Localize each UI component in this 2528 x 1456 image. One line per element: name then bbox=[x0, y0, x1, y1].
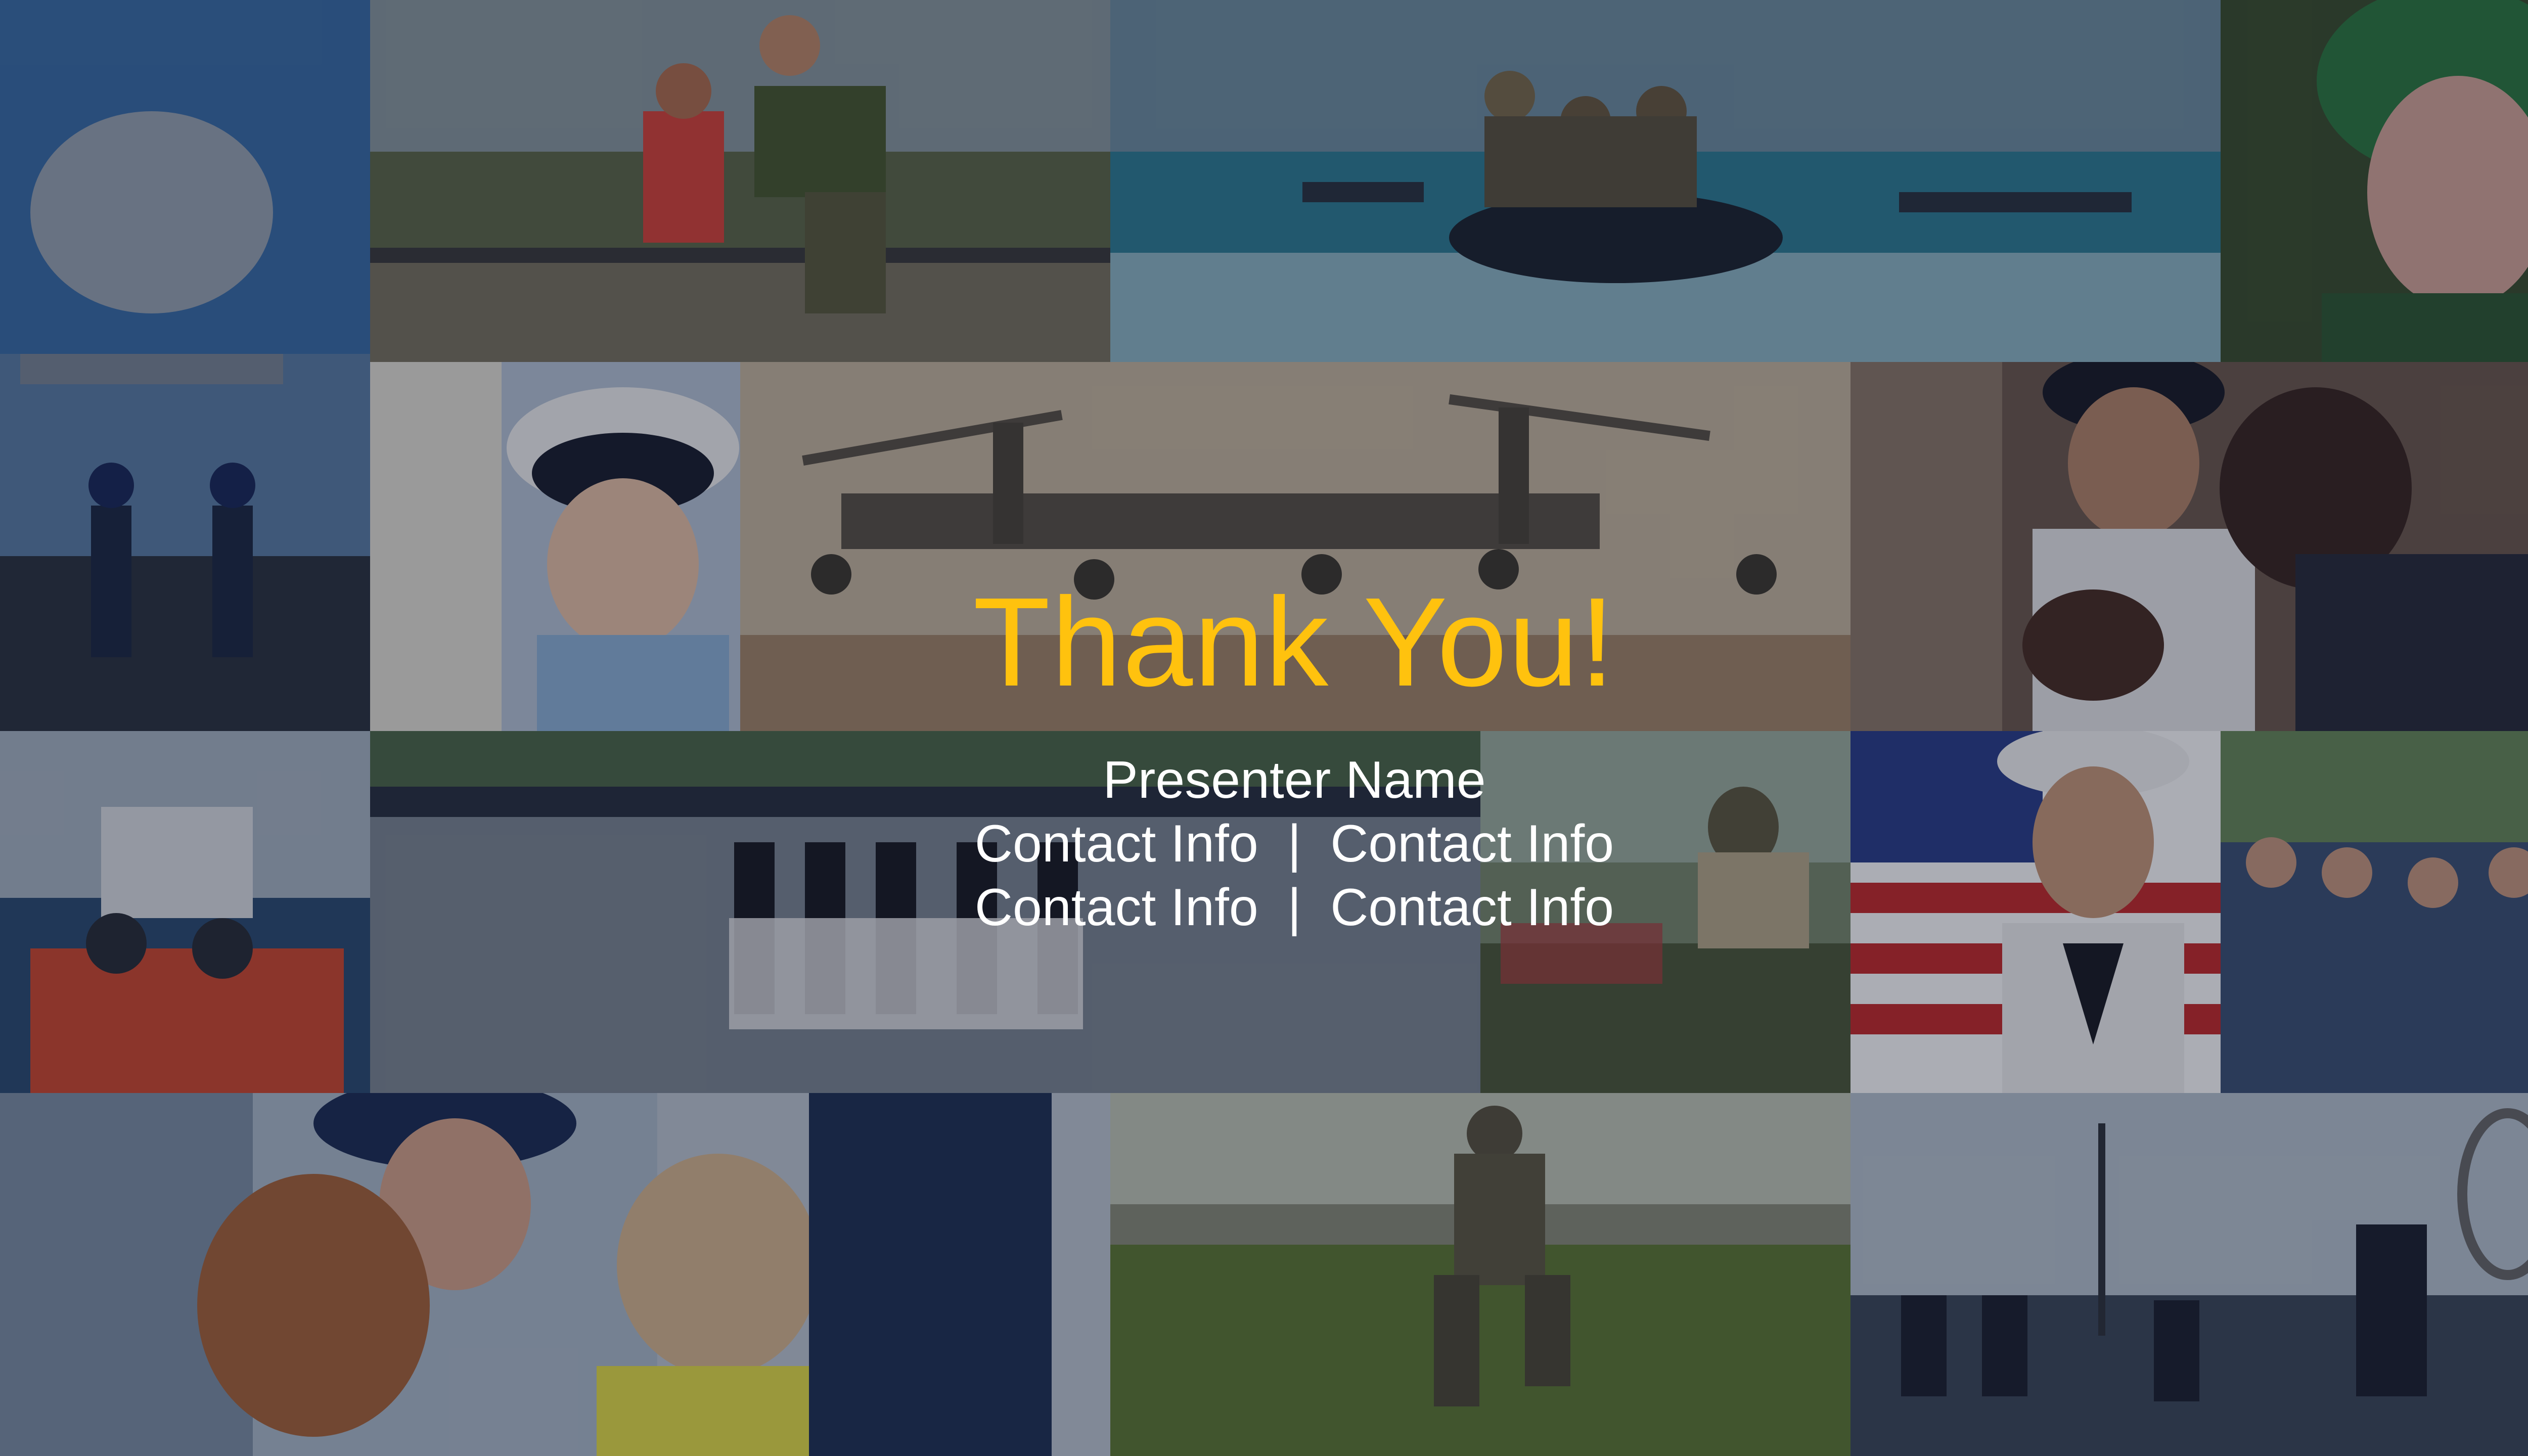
photo-tiltrotor-troops bbox=[740, 362, 1850, 731]
photo-inflatable-boat bbox=[1110, 0, 2221, 362]
photo-helicopter bbox=[0, 0, 370, 731]
thank-you-slide: Thank You! Presenter Name Contact Info |… bbox=[0, 0, 2528, 1456]
photo-pilot-helmet bbox=[2221, 0, 2528, 362]
photo-sailors-ship-deck bbox=[1850, 1093, 2528, 1456]
photo-boy-sailor-cap bbox=[370, 362, 740, 731]
photo-marine-and-boy bbox=[370, 0, 1110, 362]
photo-officer-family bbox=[1850, 362, 2528, 731]
photo-recruits bbox=[2221, 731, 2528, 1093]
photo-sailor-flag bbox=[1850, 731, 2221, 1093]
photo-coast-guard-father bbox=[0, 1093, 1110, 1456]
photo-coast-guard-boat bbox=[0, 731, 370, 1093]
photo-soldier-repair bbox=[1480, 731, 1850, 1093]
photo-honor-guard bbox=[370, 731, 1480, 1093]
photo-soldier-field bbox=[1110, 1093, 1850, 1456]
